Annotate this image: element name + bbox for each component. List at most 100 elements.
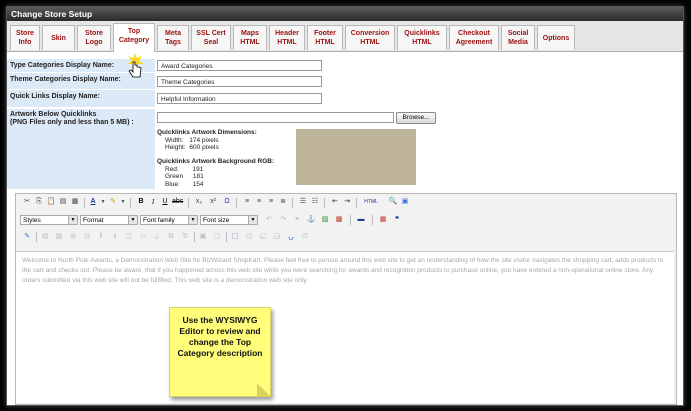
tab-skin[interactable]: Skin bbox=[42, 25, 75, 50]
preview-icon[interactable]: 🔍 bbox=[388, 197, 398, 207]
row-insert-icon[interactable]: ⊞ bbox=[68, 232, 78, 242]
link-icon[interactable]: ⚭ bbox=[292, 215, 302, 225]
font-color-dropdown-icon[interactable]: ▼ bbox=[98, 197, 108, 207]
media-icon[interactable]: ▩ bbox=[334, 215, 344, 225]
font-family-select[interactable]: Font family ▼ bbox=[140, 215, 198, 225]
toolbar-separator bbox=[130, 198, 131, 208]
artwork-background-rgb: Quicklinks Artwork Background RGB: Red: … bbox=[157, 158, 275, 188]
table-props-icon[interactable]: ▤ bbox=[40, 232, 50, 242]
quick-links-input[interactable]: Helpful Information bbox=[157, 93, 322, 104]
strikethrough-icon[interactable]: abc bbox=[172, 197, 183, 207]
hand-pointer-icon bbox=[124, 53, 146, 79]
superscript-icon[interactable]: x² bbox=[208, 197, 218, 207]
styleprops-icon[interactable]: ▢ bbox=[212, 232, 222, 242]
tab-bar: Store Info Skin Store Logo Top Category Met… bbox=[7, 21, 683, 52]
type-categories-row: Type Categories Display Name: Award Cate… bbox=[7, 59, 683, 72]
artwork-color-swatch bbox=[296, 129, 416, 185]
abbr-icon[interactable]: ◱ bbox=[258, 232, 268, 242]
editor-toolbar-row-2: Styles ▼ Format ▼ Font family ▼ Font size ▼ … bbox=[16, 213, 676, 227]
tab-footer-html[interactable]: Footer HTML bbox=[307, 25, 343, 50]
fullscreen-icon[interactable]: ▣ bbox=[400, 197, 410, 207]
tab-conversion-html[interactable]: Conversion HTML bbox=[345, 25, 395, 50]
tab-checkout-agreement[interactable]: Checkout Agreement bbox=[449, 25, 499, 50]
type-categories-input[interactable]: Award Categories bbox=[157, 60, 322, 71]
bold-icon[interactable]: B bbox=[136, 197, 146, 207]
paste-icon[interactable]: 📋 bbox=[46, 197, 56, 207]
highlight-dropdown-icon[interactable]: ▼ bbox=[118, 197, 128, 207]
col-delete-icon[interactable]: ⫵ bbox=[110, 232, 120, 242]
horizontal-rule-icon[interactable]: ▬ bbox=[356, 215, 366, 225]
row-delete-icon[interactable]: ⊟ bbox=[82, 232, 92, 242]
toolbar-separator bbox=[188, 198, 189, 208]
anchor-icon[interactable]: ⚓ bbox=[306, 215, 316, 225]
split-cell-icon[interactable]: ◫ bbox=[124, 232, 134, 242]
tab-header-html[interactable]: Header HTML bbox=[269, 25, 305, 50]
tab-top-category[interactable]: Top Category bbox=[113, 23, 155, 52]
cell-props-icon[interactable]: ▥ bbox=[54, 232, 64, 242]
format-select[interactable]: Format ▼ bbox=[80, 215, 138, 225]
tab-meta-tags[interactable]: Meta Tags bbox=[157, 25, 189, 50]
cut-icon[interactable]: ✂ bbox=[22, 197, 32, 207]
visual-aid-icon[interactable]: ⬚ bbox=[230, 232, 240, 242]
italic-icon[interactable]: I bbox=[148, 197, 158, 207]
redo-icon[interactable]: ↷ bbox=[278, 215, 288, 225]
editor-toolbar-row-1: ✂ ⎘ 📋 ▤ ▦ A ▼ ✎ ▼ B I U abc x₂ x² Ω ≡ ≡ … bbox=[16, 197, 676, 211]
edit-icon[interactable]: ✎ bbox=[22, 232, 32, 242]
align-left-icon[interactable]: ≡ bbox=[242, 197, 252, 207]
pagebreak-icon[interactable]: ⎚ bbox=[300, 232, 310, 242]
quick-links-row: Quick Links Display Name: Helpful Inform… bbox=[7, 90, 683, 107]
col-insert-icon[interactable]: ⫴ bbox=[96, 232, 106, 242]
insert-layer-icon[interactable]: ⧉ bbox=[166, 232, 176, 242]
toolbar-separator bbox=[356, 198, 357, 208]
acronym-icon[interactable]: ◲ bbox=[272, 232, 282, 242]
merge-cell-icon[interactable]: ▭ bbox=[138, 232, 148, 242]
copy-icon[interactable]: ⎘ bbox=[34, 197, 44, 207]
align-justify-icon[interactable]: ≣ bbox=[278, 197, 288, 207]
quick-links-label: Quick Links Display Name: bbox=[7, 90, 155, 107]
bullet-list-icon[interactable]: ☰ bbox=[298, 197, 308, 207]
special-character-icon[interactable]: Ω bbox=[222, 197, 232, 207]
tab-store-logo[interactable]: Store Logo bbox=[77, 25, 111, 50]
chevron-down-icon: ▼ bbox=[248, 216, 257, 224]
highlight-color-icon[interactable]: ✎ bbox=[108, 197, 118, 207]
html-source-icon[interactable]: HTML bbox=[362, 197, 380, 207]
tab-quicklinks-html[interactable]: Quicklinks HTML bbox=[397, 25, 447, 50]
nonbreaking-icon[interactable]: ⍽ bbox=[286, 232, 296, 242]
numbered-list-icon[interactable]: ☷ bbox=[310, 197, 320, 207]
tab-store-info[interactable]: Store Info bbox=[10, 25, 40, 50]
blockquote-icon[interactable]: ❝ bbox=[392, 215, 402, 225]
underline-icon[interactable]: U bbox=[160, 197, 170, 207]
theme-categories-input[interactable]: Theme Categories bbox=[157, 76, 322, 87]
wysiwyg-editor: ✂ ⎘ 📋 ▤ ▦ A ▼ ✎ ▼ B I U abc x₂ x² Ω ≡ ≡ … bbox=[15, 193, 677, 405]
chevron-down-icon: ▼ bbox=[188, 216, 197, 224]
tab-ssl-cert-seal[interactable]: SSL Cert Seal bbox=[191, 25, 231, 50]
align-center-icon[interactable]: ≡ bbox=[254, 197, 264, 207]
toolbar-separator bbox=[372, 215, 373, 225]
paste-text-icon[interactable]: ▤ bbox=[58, 197, 68, 207]
artwork-label: Artwork Below Quicklinks (PNG Files only … bbox=[7, 109, 155, 189]
styles-select[interactable]: Styles ▼ bbox=[20, 215, 78, 225]
artwork-file-input[interactable] bbox=[157, 112, 394, 123]
browse-button[interactable]: Browse... bbox=[396, 112, 436, 124]
font-size-select[interactable]: Font size ▼ bbox=[200, 215, 258, 225]
align-right-icon[interactable]: ≡ bbox=[266, 197, 276, 207]
editor-content-area[interactable]: Welcome to North Pole Awards, a Demonstr… bbox=[16, 251, 674, 403]
paste-word-icon[interactable]: ▦ bbox=[70, 197, 80, 207]
undo-icon[interactable]: ↶ bbox=[264, 215, 274, 225]
subscript-icon[interactable]: x₂ bbox=[194, 197, 204, 207]
image-icon[interactable]: ▨ bbox=[320, 215, 330, 225]
toolbar-separator bbox=[226, 232, 227, 242]
table-icon[interactable]: ▦ bbox=[378, 215, 388, 225]
tab-maps-html[interactable]: Maps HTML bbox=[233, 25, 267, 50]
cut-row-icon[interactable]: ⤓ bbox=[152, 232, 162, 242]
cite-icon[interactable]: ◰ bbox=[244, 232, 254, 242]
font-color-icon[interactable]: A bbox=[88, 197, 98, 207]
tab-social-media[interactable]: Social Media bbox=[501, 25, 535, 50]
chevron-down-icon: ▼ bbox=[68, 216, 77, 224]
outdent-icon[interactable]: ⇤ bbox=[330, 197, 340, 207]
toolbar-separator bbox=[350, 215, 351, 225]
move-layer-icon[interactable]: ⇅ bbox=[180, 232, 190, 242]
indent-icon[interactable]: ⇥ bbox=[342, 197, 352, 207]
tab-options[interactable]: Options bbox=[537, 25, 575, 50]
absolute-icon[interactable]: ▣ bbox=[198, 232, 208, 242]
